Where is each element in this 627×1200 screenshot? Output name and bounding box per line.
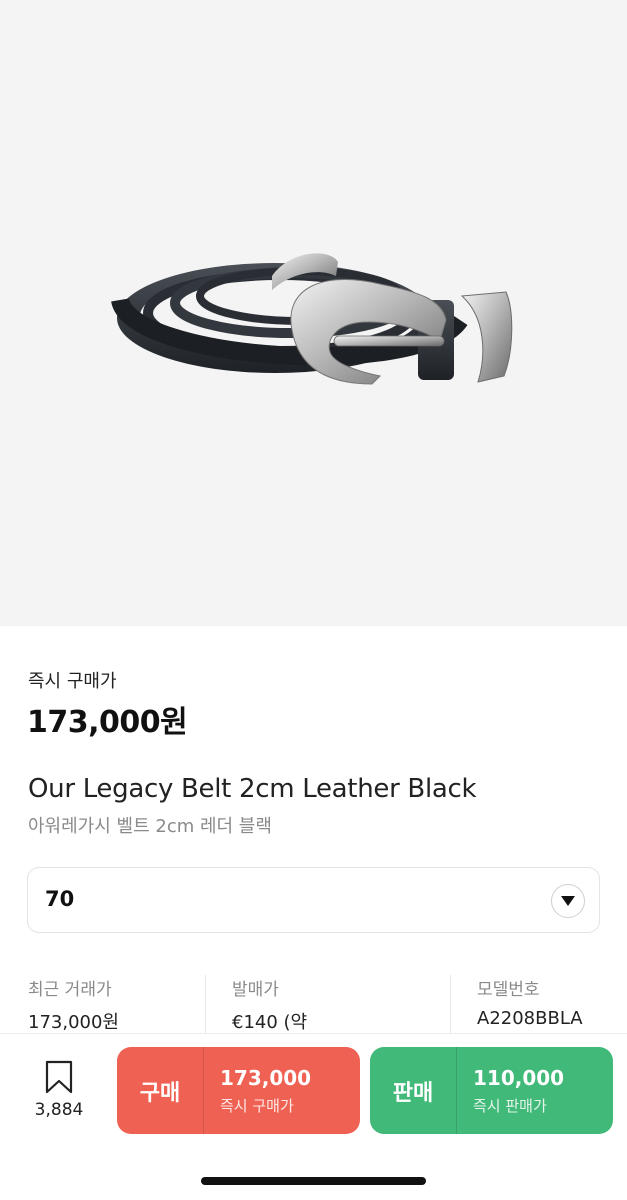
info-divider	[205, 975, 206, 1033]
buy-button-label: 구매	[139, 1080, 181, 1106]
home-indicator[interactable]	[201, 1177, 426, 1185]
release-price-value: €140 (약	[232, 1012, 308, 1033]
wish-count: 3,884	[34, 1100, 84, 1120]
recent-trade-price-label: 최근 거래가	[28, 980, 112, 1000]
release-price: 발매가 €140 (약	[232, 975, 307, 1034]
sell-button-amount: 110,000	[473, 1066, 565, 1090]
instant-buy-price-label: 즉시 구매가	[28, 671, 117, 692]
belt-product-image	[111, 253, 513, 385]
product-name-en: Our Legacy Belt 2cm Leather Black	[28, 774, 477, 804]
size-select[interactable]: 70	[27, 867, 600, 933]
buy-button[interactable]: 구매 173,000 즉시 구매가	[117, 1047, 360, 1134]
sell-button[interactable]: 판매 110,000 즉시 판매가	[370, 1047, 613, 1134]
product-name-ko: 아워레가시 벨트 2cm 레더 블랙	[28, 816, 272, 837]
model-number-label: 모델번호	[477, 980, 540, 1000]
recent-trade-price-value: 173,000원	[28, 1012, 119, 1033]
instant-buy-price: 173,000원	[27, 705, 188, 740]
wish-button[interactable]: 3,884	[24, 1060, 94, 1126]
sell-button-divider	[456, 1047, 457, 1134]
buy-button-sublabel: 즉시 구매가	[220, 1097, 294, 1115]
size-select-value: 70	[45, 887, 75, 911]
model-number: 모델번호 A2208BBLA	[477, 975, 583, 1029]
chevron-down-icon[interactable]	[551, 884, 585, 918]
product-image	[0, 0, 627, 626]
info-divider	[450, 975, 451, 1033]
recent-trade-price: 최근 거래가 173,000원	[28, 975, 119, 1034]
buy-button-divider	[203, 1047, 204, 1134]
release-price-label: 발매가	[232, 980, 279, 1000]
product-detail-page: 즉시 구매가 173,000원 Our Legacy Belt 2cm Leat…	[0, 0, 627, 1200]
model-number-value: A2208BBLA	[477, 1008, 583, 1029]
sell-button-label: 판매	[392, 1080, 434, 1106]
bottom-action-bar: 3,884 구매 173,000 즉시 구매가 판매 110,000 즉시 판매…	[0, 1033, 627, 1200]
buy-button-amount: 173,000	[220, 1066, 312, 1090]
bookmark-icon	[45, 1060, 73, 1094]
sell-button-sublabel: 즉시 판매가	[473, 1097, 547, 1115]
